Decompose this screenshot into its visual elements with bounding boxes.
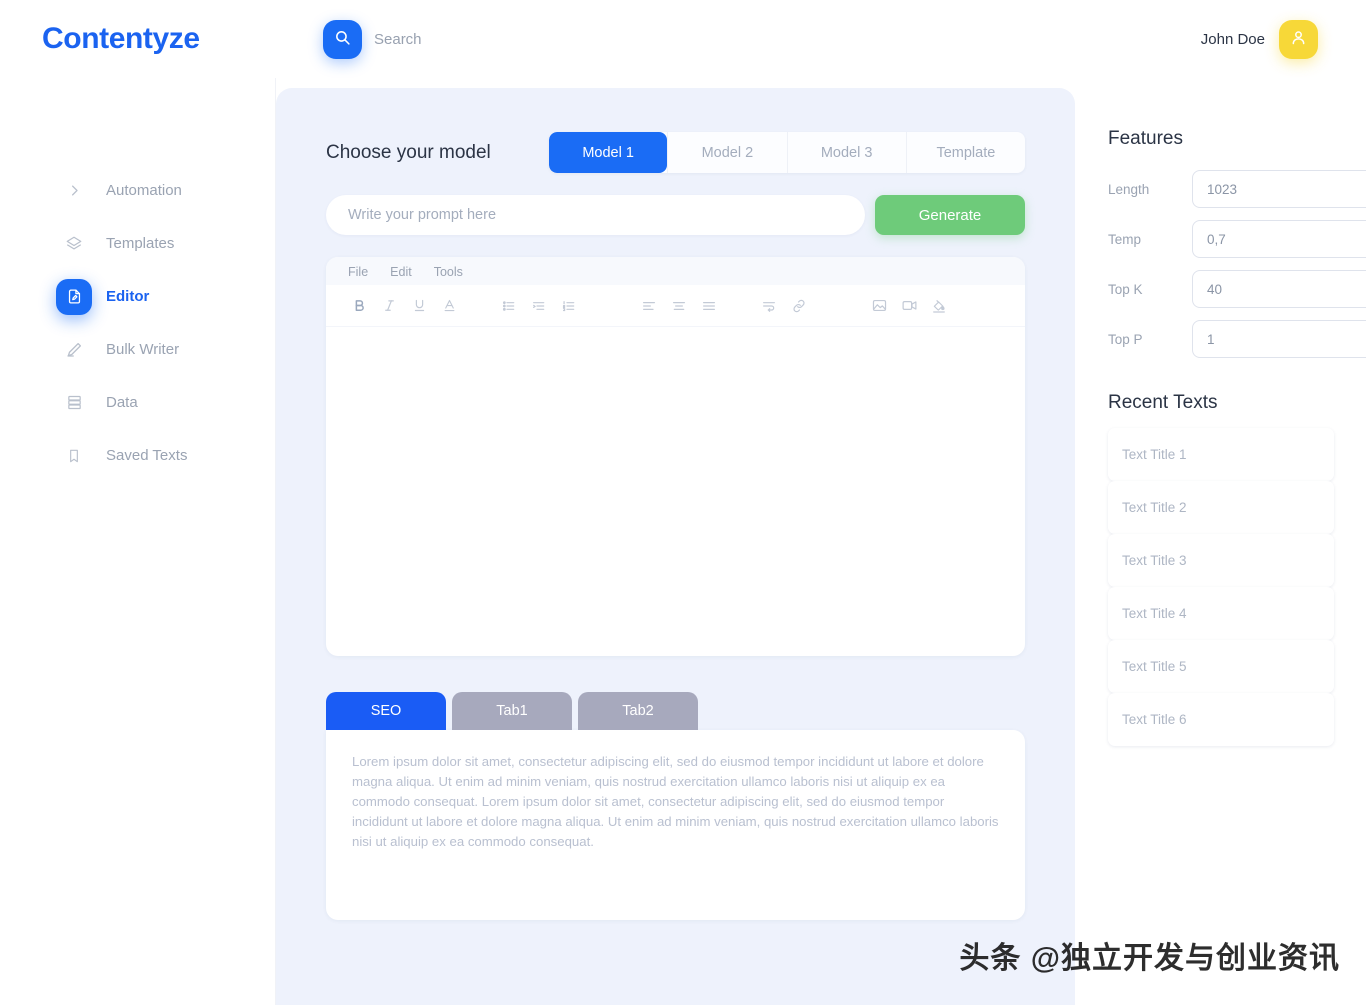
align-left-icon[interactable] [634,291,664,321]
sidebar-item-bulk-writer[interactable]: Bulk Writer [0,323,275,376]
length-input[interactable] [1192,170,1366,208]
features-title: Features [1108,128,1183,149]
text-color-icon[interactable] [434,291,464,321]
tab-template[interactable]: Template [905,132,1025,173]
bottom-tab-bar: SEO Tab1 Tab2 [326,692,1025,730]
app-logo: Contentyze [42,22,200,55]
list-item[interactable]: Text Title 5 [1108,640,1334,693]
video-icon[interactable] [894,291,924,321]
editor-toolbar [326,285,1025,327]
main-content-panel: Choose your model Model 1 Model 2 Model … [276,88,1075,1005]
list-item[interactable]: Text Title 1 [1108,428,1334,481]
model-selection-row: Choose your model Model 1 Model 2 Model … [326,132,1025,173]
sidebar-item-label: Data [106,394,138,411]
sidebar-item-templates[interactable]: Templates [0,217,275,270]
search-icon [334,29,351,51]
feature-label: Temp [1108,231,1142,247]
text-editor: File Edit Tools [326,257,1025,656]
right-sidebar: Features Length Temp Top K Top P Recent … [1075,88,1366,1005]
menu-edit[interactable]: Edit [390,265,412,279]
tab-model-2[interactable]: Model 2 [667,132,786,173]
feature-label: Top P [1108,331,1143,347]
feature-row-temp: Temp [1108,220,1366,258]
bold-icon[interactable] [344,291,374,321]
underline-icon[interactable] [404,291,434,321]
list-item[interactable]: Text Title 4 [1108,587,1334,640]
sidebar-item-data[interactable]: Data [0,376,275,429]
search-button[interactable] [323,20,362,59]
align-center-icon[interactable] [664,291,694,321]
database-icon [64,393,84,413]
numbered-list-icon[interactable] [554,291,584,321]
prompt-input[interactable] [326,195,865,235]
prompt-row: Generate [326,195,1025,235]
sidebar-item-saved-texts[interactable]: Saved Texts [0,429,275,482]
feature-row-top-k: Top K [1108,270,1366,308]
feature-row-top-p: Top P [1108,320,1366,358]
sidebar-item-label: Templates [106,235,175,252]
tab-seo[interactable]: SEO [326,692,446,730]
list-item[interactable]: Text Title 3 [1108,534,1334,587]
fill-color-icon[interactable] [924,291,954,321]
tab-model-1[interactable]: Model 1 [549,132,668,173]
sidebar-item-label: Automation [106,182,182,199]
tab-tab2[interactable]: Tab2 [578,692,698,730]
pen-icon [64,340,84,360]
search-input[interactable] [374,31,634,48]
user-name: John Doe [1200,31,1265,48]
choose-model-title: Choose your model [326,141,491,163]
link-icon[interactable] [784,291,814,321]
sidebar-item-label: Editor [106,288,150,305]
bullet-list-icon[interactable] [494,291,524,321]
feature-label: Length [1108,181,1150,197]
app-root: Contentyze John Doe [0,0,1366,1005]
align-justify-icon[interactable] [694,291,724,321]
seo-panel-text: Lorem ipsum dolor sit amet, consectetur … [352,754,999,849]
search-area [323,20,634,59]
sidebar-item-editor[interactable]: Editor [0,270,275,323]
recent-texts-list: Text Title 1 Text Title 2 Text Title 3 T… [1108,428,1334,746]
layers-icon [64,234,84,254]
image-icon[interactable] [864,291,894,321]
sidebar: Automation Templates Editor Bulk Writer [0,78,276,1005]
sidebar-item-automation[interactable]: Automation [0,164,275,217]
recent-texts-title: Recent Texts [1108,392,1218,413]
sidebar-item-label: Saved Texts [106,447,188,464]
top-p-input[interactable] [1192,320,1366,358]
tab-tab1[interactable]: Tab1 [452,692,572,730]
feature-label: Top K [1108,281,1143,297]
generate-button[interactable]: Generate [875,195,1025,235]
top-bar: Contentyze John Doe [0,0,1366,78]
temp-input[interactable] [1192,220,1366,258]
line-wrap-icon[interactable] [754,291,784,321]
italic-icon[interactable] [374,291,404,321]
editor-menu-bar: File Edit Tools [326,257,1025,285]
list-item[interactable]: Text Title 6 [1108,693,1334,746]
editor-content-area[interactable] [326,327,1025,642]
menu-file[interactable]: File [348,265,368,279]
menu-tools[interactable]: Tools [434,265,463,279]
feature-row-length: Length [1108,170,1366,208]
tab-model-3[interactable]: Model 3 [786,132,906,173]
user-area[interactable]: John Doe [1201,20,1318,59]
list-item[interactable]: Text Title 2 [1108,481,1334,534]
indent-list-icon[interactable] [524,291,554,321]
user-icon [1289,28,1308,52]
seo-panel: Lorem ipsum dolor sit amet, consectetur … [326,730,1025,920]
model-tabs: Model 1 Model 2 Model 3 Template [549,132,1025,173]
document-edit-icon [56,278,92,315]
avatar[interactable] [1279,20,1318,59]
chevron-right-icon [64,181,84,201]
bookmark-icon [64,446,84,466]
top-k-input[interactable] [1192,270,1366,308]
sidebar-item-label: Bulk Writer [106,341,180,358]
